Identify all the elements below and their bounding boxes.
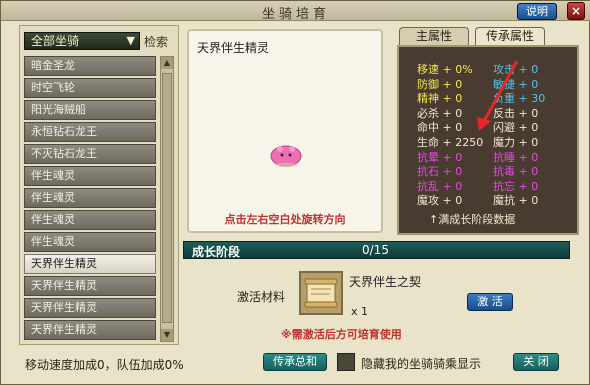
mount-list-item[interactable]: 阳光海贼船 (24, 100, 156, 120)
material-label: 激活材料 (237, 290, 286, 304)
tab-main-attributes[interactable]: 主属性 (399, 27, 469, 45)
scroll-up-icon[interactable]: ▲ (161, 57, 173, 69)
material-name: 天界伴生之契 (349, 275, 422, 289)
mount-filter-dropdown[interactable]: 全部坐骑 ▼ (24, 32, 140, 50)
mount-cultivation-window: 坐骑培育 说明 × 全部坐骑 ▼ 检索 暗金圣龙 时空飞轮 阳光海贼船 永恒钻石龙王不… (0, 0, 590, 385)
scroll-thumb[interactable] (162, 73, 172, 323)
mount-list-item[interactable]: 伴生魂灵 (24, 166, 156, 186)
material-count: x 1 (351, 305, 369, 318)
help-button[interactable]: 说明 (517, 3, 557, 20)
mount-list-item[interactable]: 伴生魂灵 (24, 188, 156, 208)
mount-list-item[interactable]: 天界伴生精灵 (24, 276, 156, 296)
mount-list-item[interactable]: 不灭钻石龙王 (24, 144, 156, 164)
inherit-total-button[interactable]: 传承总和 (263, 353, 327, 371)
window-title: 坐骑培育 (261, 7, 330, 22)
attribute-panel: 移速 + 0% 防御 + 0 精神 + 0 必杀 + 0 命中 + 0 生命 + 2250… (397, 45, 579, 235)
full-growth-note: ↑满成长阶段数据 (429, 213, 516, 226)
tab-inherit-attributes[interactable]: 传承属性 (475, 27, 545, 45)
growth-stage-value: 0/15 (362, 243, 389, 257)
mount-list-panel: 全部坐骑 ▼ 检索 暗金圣龙 时空飞轮 阳光海贼船 永恒钻石龙王 不灭钻石龙王 伴生魂灵伴… (19, 25, 179, 345)
mount-list-item[interactable]: 天界伴生精灵 (24, 254, 156, 274)
growth-stage-label: 成长阶段 (192, 245, 241, 259)
title-bar[interactable]: 坐骑培育 说明 × (1, 1, 590, 22)
speed-bonus-status: 移动速度加成0，队伍加成0% (25, 358, 184, 372)
scroll-down-icon[interactable]: ▼ (161, 329, 173, 341)
red-arrow-annotation (477, 60, 519, 131)
filter-value: 全部坐骑 (31, 34, 80, 48)
mount-list-item[interactable]: 暗金圣龙 (24, 56, 156, 76)
chevron-down-icon: ▼ (126, 34, 135, 47)
scroll-icon (304, 278, 338, 308)
pink-spirit-icon (270, 145, 302, 167)
hide-mount-checkbox[interactable] (337, 353, 355, 371)
preview-mount-name: 天界伴生精灵 (197, 41, 270, 55)
attribute-tabs: 主属性 传承属性 (399, 27, 579, 45)
mount-list-item[interactable]: 永恒钻石龙王 (24, 122, 156, 142)
mount-list: 暗金圣龙 时空飞轮 阳光海贼船 永恒钻石龙王 不灭钻石龙王 伴生魂灵 伴生魂灵 伴生魂灵 伴生魂… (24, 56, 156, 342)
rotate-hint: 点击左右空白处旋转方向 (224, 213, 346, 226)
close-button[interactable]: 关 闭 (513, 353, 559, 371)
mount-list-item[interactable]: 时空飞轮 (24, 78, 156, 98)
activation-note: ※需激活后方可培育使用 (281, 328, 402, 341)
search-button[interactable]: 检索 (144, 33, 168, 50)
mount-list-item[interactable]: 伴生魂灵 (24, 210, 156, 230)
growth-stage-bar: 成长阶段 0/15 (183, 241, 570, 259)
mount-list-item[interactable]: 天界伴生精灵 (24, 298, 156, 318)
list-scrollbar[interactable]: ▲ ▼ (160, 56, 174, 342)
mount-list-item[interactable]: 天界伴生精灵 (24, 320, 156, 340)
mount-preview[interactable]: 天界伴生精灵 点击左右空白处旋转方向 (187, 29, 383, 233)
hide-mount-label: 隐藏我的坐骑骑乘显示 (361, 357, 482, 371)
activate-button[interactable]: 激 活 (467, 293, 513, 311)
mount-list-item[interactable]: 伴生魂灵 (24, 232, 156, 252)
close-icon[interactable]: × (567, 2, 585, 20)
material-slot[interactable] (299, 271, 343, 315)
